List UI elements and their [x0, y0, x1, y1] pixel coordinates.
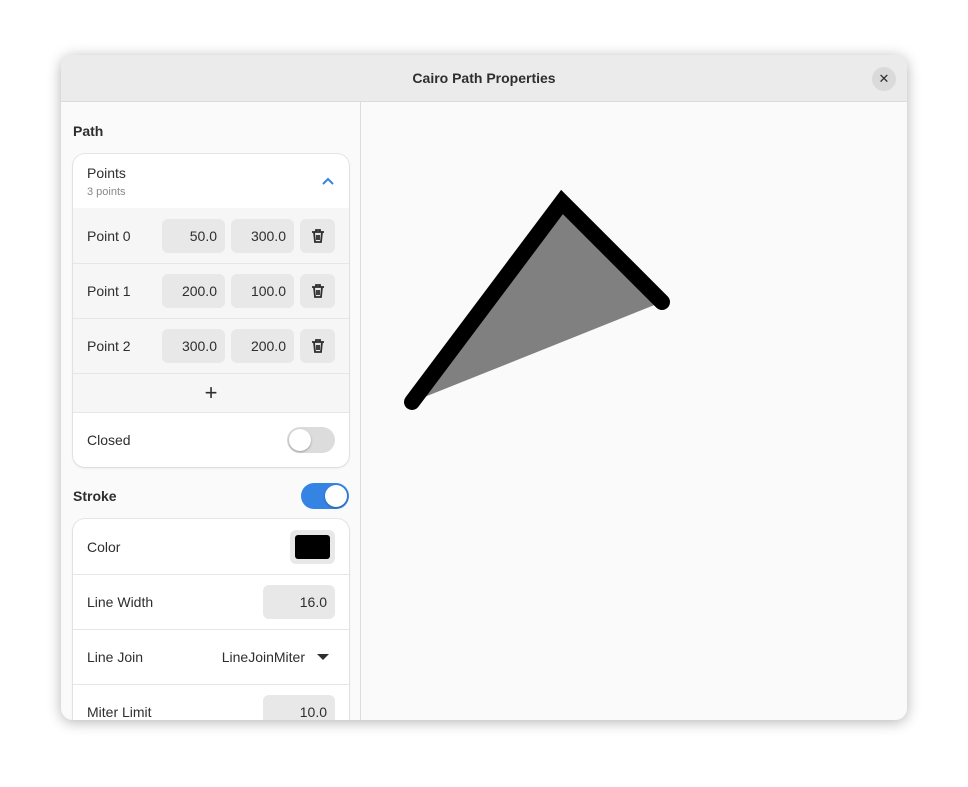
point-x-input[interactable]: 200.0 — [162, 274, 225, 308]
line-width-row: Line Width 16.0 — [73, 574, 349, 629]
points-card: Points 3 points Point 0 50.0 300.0 Point 1 20… — [73, 154, 349, 467]
chevron-up-icon — [322, 177, 334, 185]
delete-point-button[interactable] — [300, 274, 335, 308]
stroke-heading: Stroke — [73, 488, 117, 504]
color-swatch — [295, 534, 330, 559]
closed-switch[interactable] — [287, 427, 335, 453]
miter-limit-row: Miter Limit 10.0 — [73, 684, 349, 720]
trash-icon — [311, 228, 324, 243]
drawing-canvas — [362, 102, 907, 720]
miter-limit-input[interactable]: 10.0 — [263, 695, 335, 720]
close-icon: ✕ — [878, 71, 890, 86]
trash-icon — [311, 284, 324, 298]
dropdown-arrow-icon — [317, 654, 329, 660]
point-row: Point 1 200.0 100.0 — [73, 263, 349, 318]
point-row: Point 2 300.0 200.0 — [73, 318, 349, 373]
color-label: Color — [87, 538, 121, 555]
points-subtitle: 3 points — [87, 185, 126, 198]
delete-point-button[interactable] — [300, 329, 335, 363]
trash-icon — [311, 339, 324, 353]
plus-icon: + — [204, 380, 218, 405]
line-join-dropdown[interactable]: LineJoinMiter — [222, 649, 335, 665]
delete-point-button[interactable] — [300, 218, 335, 253]
line-join-row: Line Join LineJoinMiter — [73, 629, 349, 684]
line-join-value: LineJoinMiter — [221, 649, 305, 665]
point-label: Point 1 — [87, 283, 131, 299]
add-point-button[interactable]: + — [73, 373, 349, 412]
closed-label: Closed — [87, 432, 131, 448]
header-bar: Cairo Path Properties ✕ — [61, 55, 907, 102]
properties-sidebar[interactable]: Path Points 3 points Point 0 50.0 300.0 Poin… — [61, 102, 361, 720]
window: Cairo Path Properties ✕ Path Points 3 poi… — [61, 55, 907, 720]
miter-limit-label: Miter Limit — [87, 704, 152, 720]
window-title: Cairo Path Properties — [412, 70, 556, 86]
point-label: Point 2 — [87, 338, 131, 354]
point-label: Point 0 — [87, 227, 131, 244]
line-width-input[interactable]: 16.0 — [263, 585, 335, 619]
point-y-input[interactable]: 300.0 — [231, 218, 294, 253]
color-button[interactable] — [290, 529, 335, 564]
path-drawing — [404, 189, 670, 410]
stroke-switch[interactable] — [301, 483, 349, 509]
points-title: Points — [87, 164, 126, 181]
line-join-label: Line Join — [87, 649, 144, 665]
point-y-input[interactable]: 200.0 — [231, 329, 294, 363]
points-expander[interactable]: Points 3 points — [73, 154, 349, 208]
point-x-input[interactable]: 300.0 — [162, 329, 225, 363]
path-heading: Path — [73, 123, 104, 139]
point-row: Point 0 50.0 300.0 — [73, 208, 349, 263]
color-row: Color — [73, 519, 349, 574]
line-width-label: Line Width — [87, 594, 154, 610]
stroke-card: Color Line Width 16.0 Line Join LineJoinMi… — [73, 519, 349, 720]
closed-row: Closed — [73, 412, 349, 467]
point-x-input[interactable]: 50.0 — [162, 218, 225, 253]
close-button[interactable]: ✕ — [872, 67, 896, 91]
point-y-input[interactable]: 100.0 — [231, 274, 294, 308]
